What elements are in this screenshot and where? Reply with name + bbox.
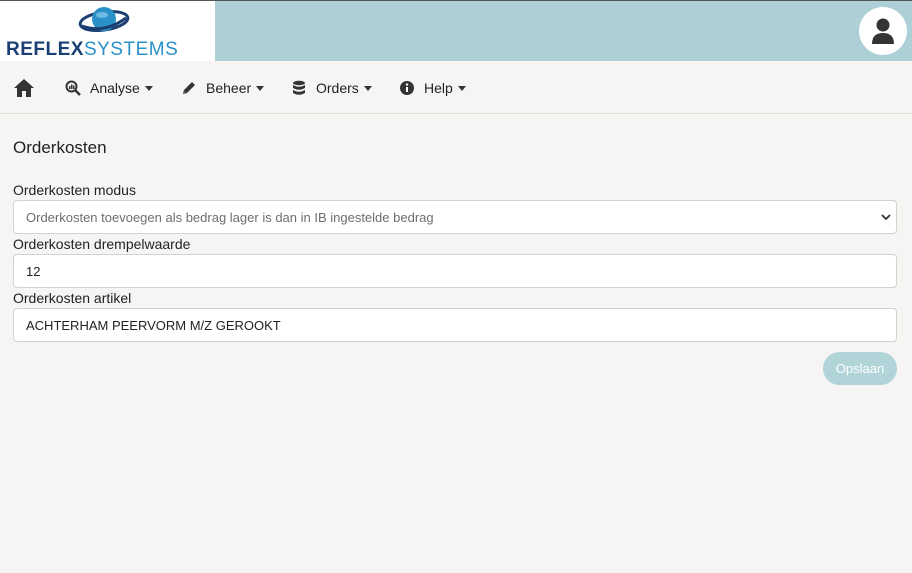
nav-item-analyse[interactable]: Analyse [65, 78, 153, 98]
pencil-icon [183, 82, 195, 94]
nav-item-label: Orders [316, 80, 359, 96]
artikel-input[interactable]: ACHTERHAM PEERVORM M/Z GEROOKT [13, 308, 897, 342]
nav-item-beheer[interactable]: Beheer [181, 78, 265, 98]
caret-down-icon [363, 86, 372, 91]
nav-item-label: Analyse [90, 80, 140, 96]
user-avatar-button[interactable] [859, 7, 907, 55]
nav-item-orders[interactable]: Orders [291, 78, 372, 98]
drempel-label: Orderkosten drempelwaarde [13, 236, 191, 252]
chevron-down-icon [881, 214, 891, 221]
info-circle-icon [400, 81, 414, 95]
page-title: Orderkosten [13, 138, 107, 157]
nav-item-label: Beheer [206, 80, 252, 96]
modus-label: Orderkosten modus [13, 182, 136, 198]
caret-down-icon [256, 86, 265, 91]
drempel-input-value: 12 [26, 263, 41, 279]
brand-name-systems: SYSTEMS [83, 39, 179, 60]
search-chart-icon [65, 80, 81, 96]
artikel-label: Orderkosten artikel [13, 290, 132, 306]
drempel-input[interactable]: 12 [13, 254, 897, 288]
globe-logo-icon [78, 7, 130, 33]
nav-item-help[interactable]: Help [399, 78, 466, 98]
home-icon[interactable] [13, 78, 35, 98]
artikel-input-value: ACHTERHAM PEERVORM M/Z GEROOKT [26, 317, 281, 333]
brand-name-reflex: REFLEX [6, 39, 84, 60]
modus-select-value: Orderkosten toevoegen als bedrag lager i… [26, 209, 434, 225]
app-header: REFLEXSYSTEMS [0, 0, 912, 62]
brand-logo[interactable]: REFLEXSYSTEMS [0, 1, 215, 62]
brand-name: REFLEXSYSTEMS [6, 40, 178, 60]
main-nav: Analyse Beheer Orders Help [0, 61, 912, 114]
save-button[interactable]: Opslaan [823, 352, 897, 385]
database-icon [293, 80, 305, 95]
caret-down-icon [457, 86, 466, 91]
modus-select[interactable]: Orderkosten toevoegen als bedrag lager i… [13, 200, 897, 234]
nav-item-label: Help [424, 80, 453, 96]
caret-down-icon [144, 86, 153, 91]
user-avatar-icon [872, 18, 894, 44]
